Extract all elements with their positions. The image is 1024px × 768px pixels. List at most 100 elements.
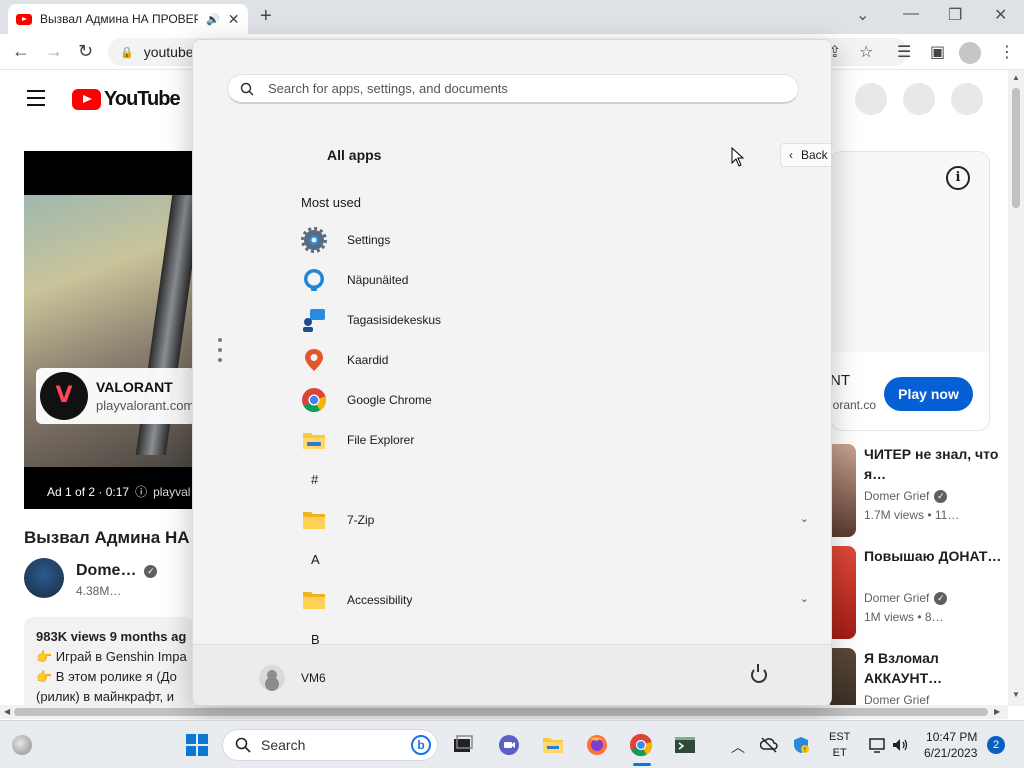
app-settings[interactable]: Settings (301, 224, 821, 256)
recommended-video[interactable]: Я Взломал АККАУНТ… Domer Grief (830, 648, 1000, 705)
close-window-button[interactable]: ✕ (994, 5, 1007, 25)
youtube-favicon-icon (16, 13, 32, 25)
notification-badge[interactable]: 2 (987, 736, 1005, 754)
speaker-icon[interactable]: 🔊 (206, 13, 220, 26)
hamburger-menu-icon[interactable] (27, 90, 45, 111)
chevron-down-icon[interactable]: ⌄ (800, 592, 809, 605)
user-name[interactable]: VM6 (301, 671, 326, 685)
address-text: youtube (143, 44, 194, 60)
file-explorer-icon[interactable] (541, 733, 565, 757)
folder-icon (303, 592, 325, 609)
svg-text:!: ! (804, 747, 806, 754)
ad-counter: Ad 1 of 2 · 0:17 (47, 484, 130, 499)
scrollbar-thumb[interactable] (1012, 88, 1020, 208)
language-code: EST (829, 731, 851, 743)
ad-overlay-card[interactable]: VALORANT playvalorant.com (36, 368, 196, 424)
taskbar-search-box[interactable]: Search b (222, 729, 438, 761)
security-shield-icon[interactable]: ! (792, 736, 810, 754)
search-placeholder: Search for apps, settings, and documents (268, 81, 508, 96)
mouse-cursor-icon (731, 147, 745, 167)
play-now-button[interactable]: Play now (884, 377, 973, 411)
recommended-views: 1M views • 8… (864, 610, 944, 624)
sidebar-ad-url: lorant.co (830, 398, 877, 412)
network-icon[interactable] (868, 736, 886, 754)
channel-name-row[interactable]: Dome… ✓ (76, 562, 158, 580)
recommended-title[interactable]: Я Взломал АККАУНТ… (864, 648, 1000, 688)
scroll-down-arrow-icon[interactable]: ▼ (1012, 690, 1020, 699)
vertical-scrollbar[interactable]: ▲ ▼ (1008, 70, 1024, 706)
cloud-sync-icon[interactable] (760, 736, 778, 754)
verified-check-icon: ✓ (934, 489, 948, 503)
terminal-app-icon[interactable] (673, 733, 697, 757)
bing-icon[interactable]: b (411, 735, 431, 755)
recommended-video[interactable]: ЧИТЕР не знал, что я… Domer Grief ✓ 1.7M … (830, 444, 1000, 539)
clock-date: 6/21/2023 (924, 746, 978, 760)
restore-button[interactable]: ❐ (948, 5, 962, 25)
app-feedback-hub[interactable]: Tagasisidekeskus (301, 304, 821, 336)
recommended-title[interactable]: Повышаю ДОНАТ… (864, 546, 1004, 566)
chevron-up-icon[interactable]: ︿ (731, 737, 745, 757)
bookmark-star-icon[interactable]: ☆ (859, 42, 873, 62)
profile-avatar-icon[interactable] (959, 42, 981, 64)
input-language-indicator[interactable]: EST ET (829, 729, 850, 761)
app-label: Kaardid (347, 353, 389, 367)
recommended-title[interactable]: ЧИТЕР не знал, что я… (864, 444, 1004, 484)
weather-widget-icon[interactable] (12, 735, 32, 755)
scroll-left-arrow-icon[interactable]: ◀ (4, 707, 10, 716)
new-tab-button[interactable]: + (260, 5, 272, 28)
back-button[interactable]: ‹ Back (780, 143, 831, 167)
app-maps[interactable]: Kaardid (301, 344, 821, 376)
reload-icon[interactable]: ↻ (78, 41, 93, 62)
info-icon[interactable]: i (946, 166, 970, 190)
youtube-logo[interactable]: YouTube (72, 88, 181, 111)
forward-arrow-icon[interactable]: → (45, 41, 63, 62)
volume-icon[interactable] (891, 736, 909, 754)
app-file-explorer[interactable]: File Explorer (301, 424, 821, 456)
start-search-input[interactable]: Search for apps, settings, and documents (227, 74, 799, 104)
chevron-down-icon[interactable]: ⌄ (800, 512, 809, 525)
chrome-icon[interactable] (629, 733, 653, 757)
app-tips[interactable]: Näpunäited (301, 264, 821, 296)
teams-chat-icon[interactable] (497, 733, 521, 757)
tab-search-chevron-icon[interactable]: ⌄ (856, 5, 869, 25)
letter-header-hash[interactable]: # (311, 472, 318, 487)
video-thumbnail[interactable] (830, 444, 856, 537)
tab-close-icon[interactable]: ✕ (228, 11, 240, 28)
horizontal-scrollbar[interactable]: ◀ ▶ (0, 705, 1008, 719)
system-clock[interactable]: 10:47 PM 6/21/2023 (924, 729, 977, 761)
more-options-icon[interactable] (218, 338, 222, 368)
video-description[interactable]: 983K views 9 months ag 👉 Играй в Genshin… (24, 617, 194, 709)
back-label: Back (801, 148, 828, 162)
back-arrow-icon[interactable]: ← (12, 41, 30, 62)
media-control-icon[interactable]: ☰ (897, 42, 911, 62)
user-avatar-icon[interactable] (259, 665, 285, 691)
side-panel-icon[interactable]: ▣ (930, 42, 945, 62)
lock-icon: 🔒 (120, 46, 134, 59)
recommended-channel: Domer Grief ✓ (864, 591, 948, 605)
minimize-button[interactable]: — (903, 5, 919, 23)
firefox-icon[interactable] (585, 733, 609, 757)
scroll-right-arrow-icon[interactable]: ▶ (994, 707, 1000, 716)
recommended-video[interactable]: Повышаю ДОНАТ… Domer Grief ✓ 1M views • 8… (830, 546, 1001, 641)
app-label: Google Chrome (347, 393, 432, 407)
letter-header-a[interactable]: A (311, 552, 320, 567)
app-google-chrome[interactable]: Google Chrome (301, 384, 821, 416)
task-view-icon[interactable] (451, 733, 475, 757)
windows-start-icon[interactable] (186, 734, 208, 756)
power-icon[interactable] (751, 664, 767, 683)
kebab-menu-icon[interactable]: ⋮ (999, 42, 1015, 62)
channel-avatar[interactable] (24, 558, 64, 598)
folder-7zip[interactable]: 7-Zip ⌄ (301, 504, 821, 536)
video-player[interactable] (24, 151, 194, 509)
scrollbar-thumb[interactable] (14, 708, 988, 716)
folder-accessibility[interactable]: Accessibility ⌄ (301, 584, 821, 616)
ad-bar-url[interactable]: playval (153, 485, 190, 499)
description-line: 👉 В этом ролике я (До (36, 669, 177, 684)
ad-info-icon[interactable]: ⓘ (135, 483, 147, 500)
scroll-up-arrow-icon[interactable]: ▲ (1012, 73, 1020, 82)
video-thumbnail[interactable] (830, 648, 856, 705)
browser-tab-strip: Вызвал Админа НА ПРОВЕР 🔊 ✕ + ⌄ — ❐ ✕ (0, 0, 1024, 34)
video-thumbnail[interactable] (830, 546, 856, 639)
taskbar: Search b ︿ ! EST ET 10:47 PM 6/21/2023 2 (0, 720, 1024, 768)
browser-tab-youtube[interactable]: Вызвал Админа НА ПРОВЕР 🔊 ✕ (8, 4, 248, 34)
